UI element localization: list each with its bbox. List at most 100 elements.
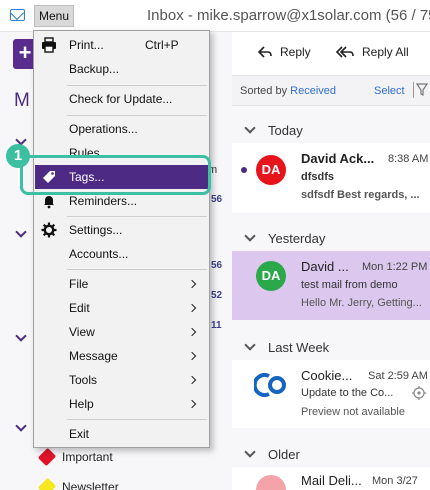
menu-item-backup[interactable]: Backup... xyxy=(35,58,209,80)
menu-item-check-for-update[interactable]: Check for Update... xyxy=(35,88,209,110)
chevron-right-icon xyxy=(187,303,197,313)
menu-item-edit[interactable]: Edit xyxy=(35,297,209,319)
message-sender: Mail Deli... xyxy=(301,473,362,488)
menu-item-tools[interactable]: Tools xyxy=(35,369,209,391)
sidebar-tag-newsletter[interactable]: Newsletter xyxy=(37,477,119,490)
sort-field-link[interactable]: Received xyxy=(290,85,336,97)
menu-item-label: Message xyxy=(69,349,118,363)
message-time: Sat 2:59 AM xyxy=(368,370,428,382)
menu-separator xyxy=(67,85,207,86)
menu-separator xyxy=(67,269,207,270)
menu-item-help[interactable]: Help xyxy=(35,393,209,415)
chevron-down-icon xyxy=(244,230,256,242)
message-sender: David Ack... xyxy=(301,151,375,166)
group-header-today[interactable]: Today xyxy=(232,117,430,143)
menu-item-view[interactable]: View xyxy=(35,321,209,343)
location-target-icon[interactable] xyxy=(412,386,426,400)
mail-app-icon xyxy=(10,9,25,21)
chevron-down-icon[interactable] xyxy=(15,420,27,432)
chevron-right-icon xyxy=(187,399,197,409)
menu-item-operations[interactable]: Operations... xyxy=(35,118,209,140)
sidebar-tag-important[interactable]: Important xyxy=(37,447,113,467)
filter-icon[interactable] xyxy=(413,82,429,98)
menu-button[interactable]: Menu xyxy=(34,5,74,27)
menu-item-label: Backup... xyxy=(69,62,120,76)
list-item[interactable]: Mail Deli... Mon 3/27 xyxy=(232,467,430,490)
menu-item-label: Tools xyxy=(69,373,98,387)
unread-count-badge: 11 xyxy=(211,320,222,331)
message-list: Sorted by Received Select Today DA David… xyxy=(232,76,430,490)
message-time: Mon 3/27 xyxy=(372,475,418,487)
group-label: Yesterday xyxy=(268,230,326,246)
menu-item-print[interactable]: Print... Ctrl+P xyxy=(35,34,209,56)
callout-highlight-box xyxy=(20,155,211,195)
unread-count-badge: 56 xyxy=(211,260,223,271)
message-time: Mon 1:22 PM xyxy=(362,261,428,273)
menu-item-label: Check for Update... xyxy=(69,92,173,106)
menu-item-exit[interactable]: Exit xyxy=(35,423,209,445)
menu-separator xyxy=(67,419,207,420)
gear-icon xyxy=(41,222,57,238)
group-header-yesterday[interactable]: Yesterday xyxy=(232,225,430,251)
reply-button[interactable]: Reply xyxy=(258,45,311,59)
callout-step-badge: 1 xyxy=(6,144,30,168)
message-toolbar: Reply Reply All xyxy=(232,32,430,76)
bell-icon xyxy=(44,196,54,209)
message-sender: Cookie... xyxy=(301,368,353,383)
menu-item-label: Settings... xyxy=(69,223,123,237)
menu-item-label: Edit xyxy=(69,301,90,315)
message-subject: dfsdfs xyxy=(301,171,334,183)
tag-label: Newsletter xyxy=(62,480,119,490)
main-menu-dropdown: Print... Ctrl+P Backup... Check for Upda… xyxy=(33,30,210,448)
sort-bar: Sorted by Received Select xyxy=(232,76,430,106)
sort-indicator[interactable]: Sorted by Received xyxy=(240,85,336,97)
avatar: DA xyxy=(256,261,286,291)
message-preview: Hello Mr. Jerry, Getting... xyxy=(301,297,422,309)
menu-item-settings[interactable]: Settings... xyxy=(35,219,209,241)
group-label: Last Week xyxy=(268,339,330,355)
tag-icon xyxy=(37,447,57,467)
menu-item-file[interactable]: File xyxy=(35,273,209,295)
group-header-older[interactable]: Older xyxy=(232,441,430,467)
chevron-down-icon xyxy=(244,122,256,134)
avatar: DA xyxy=(256,155,286,185)
menu-item-label: Exit xyxy=(69,427,90,441)
reply-all-button[interactable]: Reply All xyxy=(336,45,409,59)
menu-item-message[interactable]: Message xyxy=(35,345,209,367)
sidebar-heading: M xyxy=(14,90,30,111)
message-subject: test mail from demo xyxy=(301,279,398,291)
menu-item-label: View xyxy=(69,325,95,339)
select-button[interactable]: Select xyxy=(374,85,405,97)
reply-all-label: Reply All xyxy=(362,45,409,59)
menu-item-label: Reminders... xyxy=(69,194,138,208)
avatar xyxy=(256,475,286,490)
list-item[interactable]: DA David Ack... 8:38 AM dfsdfs sdfsdf Be… xyxy=(232,143,430,213)
reply-icon xyxy=(258,46,272,58)
chevron-right-icon xyxy=(187,375,197,385)
message-subject: Update to the Co... xyxy=(301,387,394,399)
menu-separator xyxy=(67,216,207,217)
group-label: Older xyxy=(268,446,300,462)
list-item[interactable]: Cookie... Sat 2:59 AM Update to the Co..… xyxy=(232,360,430,428)
chevron-down-icon xyxy=(244,339,256,351)
menu-item-label: Accounts... xyxy=(69,247,129,261)
sort-prefix: Sorted by xyxy=(240,85,288,97)
menu-item-label: File xyxy=(69,277,89,291)
menu-item-label: Operations... xyxy=(69,122,138,136)
menu-item-accounts[interactable]: Accounts... xyxy=(35,243,209,265)
message-preview: sdfsdf Best regards, ... xyxy=(301,189,420,201)
chevron-down-icon xyxy=(244,446,256,458)
menu-item-label: Help xyxy=(69,397,94,411)
menu-item-label: Print... xyxy=(69,38,104,52)
message-preview: Preview not available xyxy=(301,406,405,418)
menu-item-shortcut: Ctrl+P xyxy=(145,38,179,52)
company-logo-icon xyxy=(254,373,286,397)
chevron-right-icon xyxy=(187,351,197,361)
chevron-down-icon[interactable] xyxy=(15,226,27,238)
window-title: Inbox - mike.sparrow@x1solar.com (56 / 7… xyxy=(147,7,430,24)
list-item[interactable]: DA David ... Mon 1:22 PM test mail from … xyxy=(232,251,430,320)
menu-separator xyxy=(67,115,207,116)
chevron-down-icon[interactable] xyxy=(15,330,27,342)
chevron-right-icon xyxy=(187,327,197,337)
group-header-last-week[interactable]: Last Week xyxy=(232,334,430,360)
